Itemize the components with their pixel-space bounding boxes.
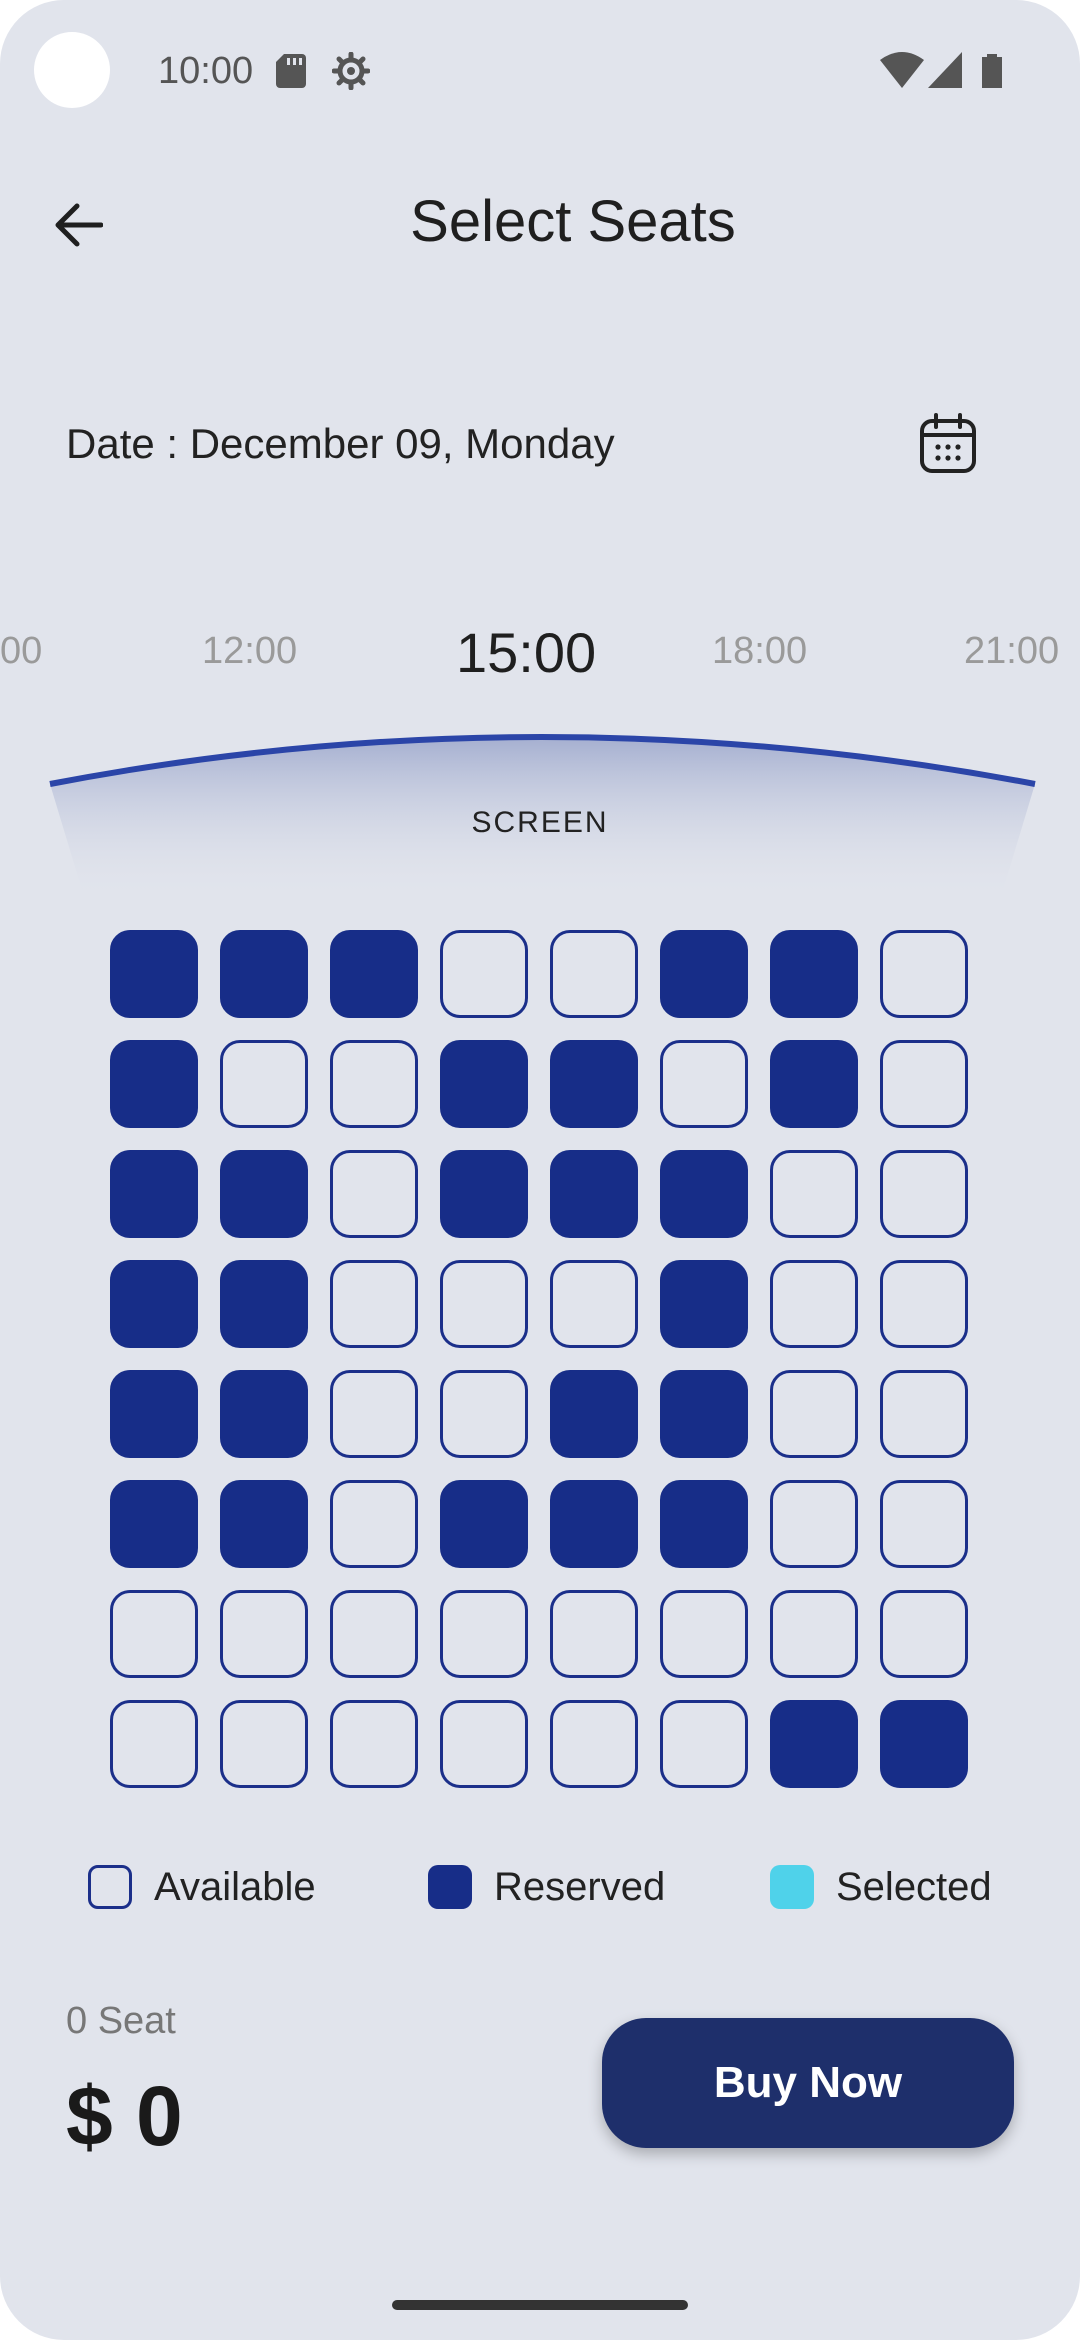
seat-available[interactable] — [330, 1040, 418, 1128]
seat-available[interactable] — [330, 1150, 418, 1238]
seat-available[interactable] — [440, 930, 528, 1018]
seat-reserved[interactable] — [110, 930, 198, 1018]
legend-reserved: Reserved — [428, 1864, 665, 1910]
seat-available[interactable] — [330, 1260, 418, 1348]
seat-available[interactable] — [330, 1590, 418, 1678]
seat-available[interactable] — [440, 1700, 528, 1788]
seat-available[interactable] — [880, 930, 968, 1018]
seat-available[interactable] — [550, 930, 638, 1018]
seat-available[interactable] — [220, 1040, 308, 1128]
seat-available[interactable] — [880, 1480, 968, 1568]
total-price: $ 0 — [66, 2069, 183, 2163]
showtime-option[interactable]: 21:00 — [964, 628, 1059, 674]
seat-reserved[interactable] — [110, 1370, 198, 1458]
seat-reserved[interactable] — [220, 1260, 308, 1348]
cell-signal-icon — [928, 52, 962, 88]
legend-label: Available — [154, 1865, 316, 1909]
seat-available[interactable] — [550, 1590, 638, 1678]
seat-reserved[interactable] — [440, 1040, 528, 1128]
seat-reserved[interactable] — [770, 930, 858, 1018]
seat-available[interactable] — [440, 1590, 528, 1678]
seat-available[interactable] — [330, 1480, 418, 1568]
seat-available[interactable] — [770, 1370, 858, 1458]
seat-reserved[interactable] — [220, 1480, 308, 1568]
seat-reserved[interactable] — [330, 930, 418, 1018]
seat-reserved[interactable] — [440, 1480, 528, 1568]
sd-card-icon — [276, 54, 306, 88]
showtime-option[interactable]: 18:00 — [712, 628, 807, 674]
seat-available[interactable] — [440, 1260, 528, 1348]
screen-label: SCREEN — [471, 806, 609, 839]
seat-available[interactable] — [330, 1370, 418, 1458]
seat-reserved[interactable] — [770, 1700, 858, 1788]
seat-reserved[interactable] — [220, 1150, 308, 1238]
seat-available[interactable] — [110, 1590, 198, 1678]
legend-swatch-selected — [770, 1865, 814, 1909]
seat-reserved[interactable] — [220, 1370, 308, 1458]
showtime-option-active[interactable]: 15:00 — [456, 620, 596, 686]
calendar-icon — [920, 413, 976, 473]
seat-available[interactable] — [660, 1590, 748, 1678]
seat-count: 0 Seat — [66, 2000, 176, 2042]
legend-label: Reserved — [494, 1865, 666, 1909]
date-label: Date : December 09, Monday — [66, 420, 615, 467]
seat-reserved[interactable] — [660, 1480, 748, 1568]
seat-available[interactable] — [110, 1700, 198, 1788]
legend-label: Selected — [836, 1865, 992, 1909]
seat-available[interactable] — [550, 1700, 638, 1788]
seat-available[interactable] — [880, 1590, 968, 1678]
seat-reserved[interactable] — [660, 1260, 748, 1348]
showtime-option[interactable]: 12:00 — [202, 628, 297, 674]
seat-available[interactable] — [440, 1370, 528, 1458]
seat-reserved[interactable] — [110, 1260, 198, 1348]
seat-available[interactable] — [770, 1480, 858, 1568]
calendar-button[interactable] — [912, 408, 984, 480]
home-indicator[interactable] — [392, 2300, 688, 2310]
wifi-icon — [880, 52, 924, 88]
seat-reserved[interactable] — [550, 1150, 638, 1238]
status-time: 10:00 — [158, 50, 254, 92]
seat-reserved[interactable] — [550, 1040, 638, 1128]
seat-available[interactable] — [770, 1150, 858, 1238]
seat-available[interactable] — [220, 1590, 308, 1678]
legend-available: Available — [88, 1864, 316, 1910]
seat-reserved[interactable] — [110, 1040, 198, 1128]
showtime-option[interactable]: 00 — [0, 628, 42, 674]
seat-reserved[interactable] — [440, 1150, 528, 1238]
seat-reserved[interactable] — [110, 1150, 198, 1238]
phone-screen: 10:00 Select Seats Date: December 09, M… — [0, 0, 1080, 2340]
seat-reserved[interactable] — [660, 1370, 748, 1458]
battery-icon — [982, 54, 1002, 88]
seat-reserved[interactable] — [220, 930, 308, 1018]
seat-available[interactable] — [770, 1260, 858, 1348]
seat-available[interactable] — [880, 1370, 968, 1458]
seat-available[interactable] — [220, 1700, 308, 1788]
seat-reserved[interactable] — [550, 1370, 638, 1458]
seat-available[interactable] — [880, 1040, 968, 1128]
settings-gear-icon — [332, 52, 370, 90]
seat-reserved[interactable] — [880, 1700, 968, 1788]
seat-reserved[interactable] — [770, 1040, 858, 1128]
seat-reserved[interactable] — [660, 930, 748, 1018]
seat-reserved[interactable] — [550, 1480, 638, 1568]
legend-swatch-reserved — [428, 1865, 472, 1909]
seat-available[interactable] — [880, 1150, 968, 1238]
seat-available[interactable] — [550, 1260, 638, 1348]
seat-reserved[interactable] — [660, 1150, 748, 1238]
legend-selected: Selected — [770, 1864, 992, 1910]
seat-available[interactable] — [770, 1590, 858, 1678]
seat-available[interactable] — [660, 1700, 748, 1788]
seat-available[interactable] — [660, 1040, 748, 1128]
seat-reserved[interactable] — [110, 1480, 198, 1568]
seat-grid — [110, 930, 968, 1788]
buy-now-button[interactable]: Buy Now — [602, 2018, 1014, 2148]
seat-available[interactable] — [880, 1260, 968, 1348]
status-bar: 10:00 — [0, 0, 1080, 140]
camera-cutout — [34, 32, 110, 108]
legend-swatch-available — [88, 1865, 132, 1909]
page-title: Select Seats — [410, 189, 736, 254]
seat-available[interactable] — [330, 1700, 418, 1788]
